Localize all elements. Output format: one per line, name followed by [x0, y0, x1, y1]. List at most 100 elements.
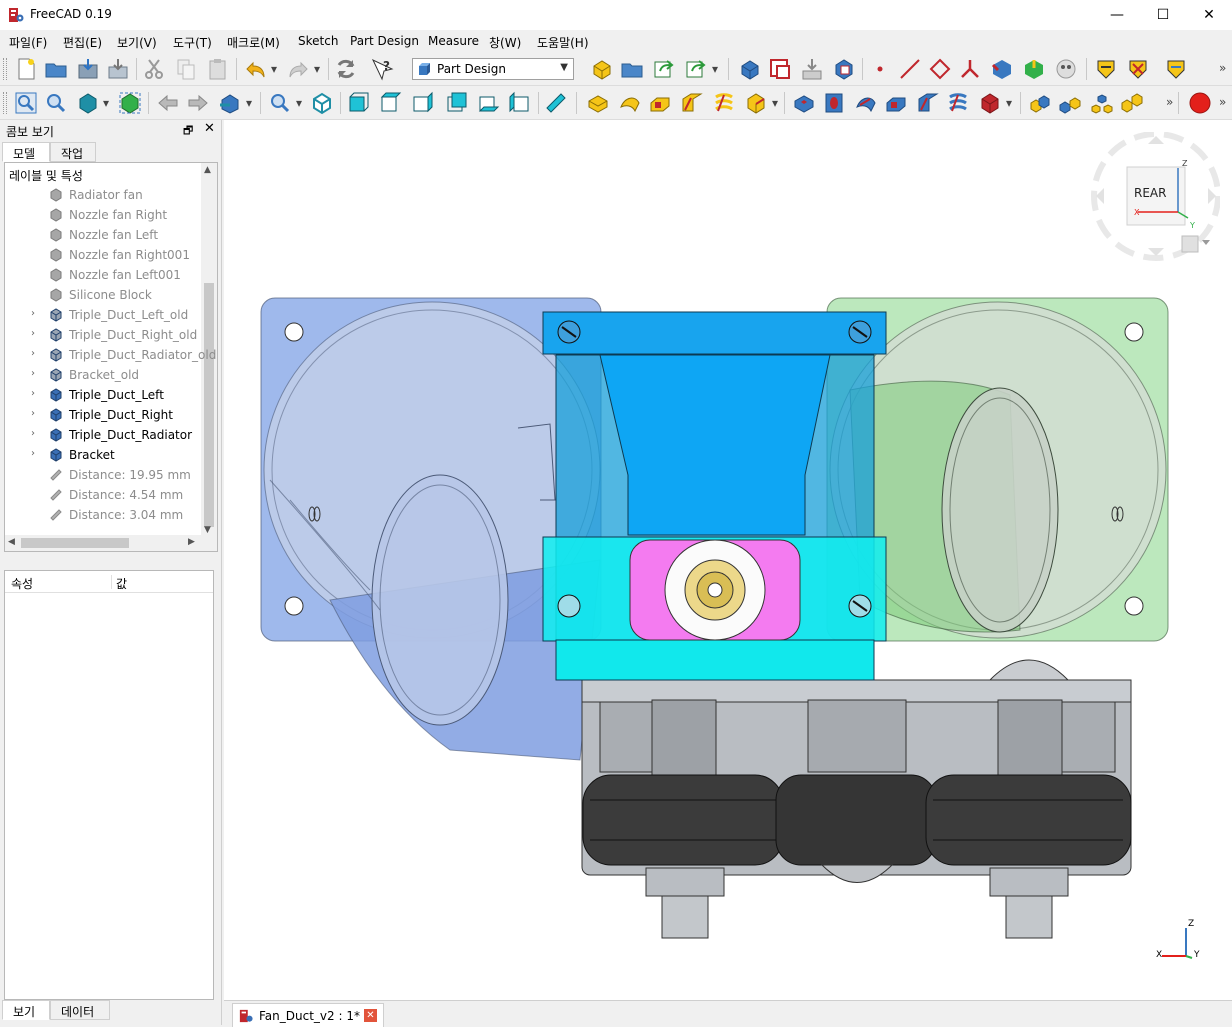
pocket-icon[interactable] — [792, 91, 816, 115]
sync-view-icon[interactable] — [218, 91, 242, 115]
undock-icon[interactable]: 🗗 — [183, 122, 193, 141]
cut-icon[interactable] — [142, 57, 166, 81]
scroll-right-icon[interactable]: ▶ — [188, 537, 195, 547]
measure-clear-icon[interactable] — [1126, 57, 1150, 81]
subshape-binder-icon[interactable] — [1022, 57, 1046, 81]
paste-icon[interactable] — [206, 57, 230, 81]
tree-item[interactable]: › Triple_Duct_Right — [5, 405, 201, 425]
scroll-left-icon[interactable]: ◀ — [8, 537, 15, 547]
menu-help[interactable]: 도움말(H) — [537, 34, 589, 51]
document-tab[interactable]: Fan_Duct_v2 : 1* ✕ — [232, 1003, 384, 1027]
3d-model-render[interactable] — [224, 120, 1232, 1000]
subtractive-primitive-icon[interactable] — [978, 91, 1002, 115]
measure-distance-icon[interactable] — [544, 91, 568, 115]
menu-edit[interactable]: 편집(E) — [63, 34, 102, 51]
tree-item[interactable]: › Bracket_old — [5, 365, 201, 385]
redo-dropdown-icon[interactable]: ▾ — [314, 62, 320, 76]
tree-item[interactable]: Nozzle fan Left001 — [5, 265, 201, 285]
hole-icon[interactable] — [822, 91, 846, 115]
subtractive-pipe-icon[interactable] — [916, 91, 940, 115]
datum-plane-icon[interactable] — [928, 57, 952, 81]
tree-item[interactable]: Nozzle fan Right — [5, 205, 201, 225]
attach-icon[interactable] — [800, 57, 824, 81]
tree-item[interactable]: Nozzle fan Right001 — [5, 245, 201, 265]
model-tree[interactable]: 레이블 및 특성 ▲ ▼ ◀ ▶ Radiator fan Nozzle fan … — [4, 162, 218, 552]
part-design-body-icon[interactable] — [738, 57, 762, 81]
triple-duct-left-part[interactable] — [260, 297, 602, 761]
menu-sketch[interactable]: Sketch — [298, 34, 338, 48]
fit-selection-icon[interactable] — [44, 91, 68, 115]
menu-measure[interactable]: Measure — [428, 34, 479, 48]
redo-icon[interactable] — [286, 57, 310, 81]
linear-pattern-icon[interactable] — [1058, 91, 1082, 115]
additive-primitive-icon[interactable] — [744, 91, 768, 115]
validate-sketch-icon[interactable] — [832, 57, 856, 81]
chevron-right-icon[interactable]: › — [31, 308, 35, 319]
scroll-down-icon[interactable]: ▼ — [204, 525, 211, 535]
refresh-icon[interactable] — [334, 57, 358, 81]
menu-window[interactable]: 창(W) — [489, 34, 521, 51]
create-group-icon[interactable] — [620, 57, 644, 81]
chevron-right-icon[interactable]: › — [31, 368, 35, 379]
view-isometric-icon[interactable] — [310, 91, 334, 115]
view-forward-icon[interactable] — [186, 91, 210, 115]
pad-icon[interactable] — [586, 91, 610, 115]
chevron-down-icon[interactable]: ▾ — [1006, 96, 1012, 110]
additive-pipe-icon[interactable] — [680, 91, 704, 115]
navcube-face-label[interactable]: REAR — [1134, 186, 1166, 200]
create-sketch-icon[interactable] — [768, 57, 792, 81]
fit-all-icon[interactable] — [14, 91, 38, 115]
open-document-icon[interactable] — [44, 57, 68, 81]
scrollbar-thumb[interactable] — [204, 283, 214, 527]
chevron-down-icon[interactable]: ▾ — [103, 96, 109, 110]
tab-view[interactable]: 보기 — [2, 1000, 50, 1020]
tree-item[interactable]: › Triple_Duct_Radiator_old — [5, 345, 216, 365]
undo-icon[interactable] — [244, 57, 268, 81]
menu-macro[interactable]: 매크로(M) — [227, 34, 280, 51]
close-button[interactable]: ✕ — [1186, 0, 1232, 30]
tab-model[interactable]: 모델 — [2, 142, 50, 162]
chevron-right-icon[interactable]: › — [31, 448, 35, 459]
chevron-down-icon[interactable]: ▾ — [296, 96, 302, 110]
view-right-icon[interactable] — [410, 91, 434, 115]
multitransform-icon[interactable] — [1120, 91, 1144, 115]
local-coordinate-system-icon[interactable] — [958, 57, 982, 81]
close-tab-icon[interactable]: ✕ — [364, 1009, 377, 1022]
minimize-button[interactable]: — — [1094, 0, 1140, 30]
view-back-icon[interactable] — [156, 91, 180, 115]
additive-loft-icon[interactable] — [648, 91, 672, 115]
navigation-cube[interactable]: REAR Z Y X — [1090, 131, 1221, 262]
workbench-selector[interactable]: Part Design ▼ — [412, 58, 574, 80]
export-icon[interactable] — [652, 57, 676, 81]
whats-this-icon[interactable]: ? — [370, 57, 394, 81]
scrollbar-thumb[interactable] — [21, 538, 129, 548]
view-top-icon[interactable] — [378, 91, 402, 115]
view-bottom-icon[interactable] — [476, 91, 500, 115]
tree-item[interactable]: › Triple_Duct_Radiator — [5, 425, 201, 445]
view-left-icon[interactable] — [508, 91, 532, 115]
maximize-button[interactable]: ☐ — [1140, 0, 1186, 30]
menu-view[interactable]: 보기(V) — [117, 34, 157, 51]
menu-file[interactable]: 파일(F) — [9, 34, 47, 51]
tab-tasks[interactable]: 작업 — [50, 142, 96, 162]
toolbar-grip[interactable] — [3, 92, 7, 114]
tree-item[interactable]: Radiator fan — [5, 185, 201, 205]
revolution-icon[interactable] — [618, 91, 642, 115]
chevron-down-icon[interactable]: ▾ — [772, 96, 778, 110]
wheel-right[interactable] — [925, 774, 1132, 866]
save-document-icon[interactable] — [76, 57, 100, 81]
tree-horizontal-scrollbar[interactable]: ◀ ▶ — [5, 535, 217, 551]
chevron-right-icon[interactable]: › — [31, 408, 35, 419]
toolbar-overflow-icon[interactable]: » — [1219, 61, 1226, 75]
triple-duct-radiator-part[interactable] — [542, 311, 887, 681]
create-body-icon[interactable] — [590, 57, 614, 81]
tree-item[interactable]: › Triple_Duct_Left_old — [5, 305, 201, 325]
measure-toggle-icon[interactable] — [1164, 57, 1188, 81]
shape-binder-icon[interactable] — [990, 57, 1014, 81]
polar-pattern-icon[interactable] — [1090, 91, 1114, 115]
bounding-box-icon[interactable] — [118, 91, 142, 115]
bolt-left[interactable] — [645, 867, 725, 939]
chevron-right-icon[interactable]: › — [31, 348, 35, 359]
close-panel-icon[interactable]: ✕ — [204, 121, 215, 136]
datum-point-icon[interactable] — [868, 57, 892, 81]
